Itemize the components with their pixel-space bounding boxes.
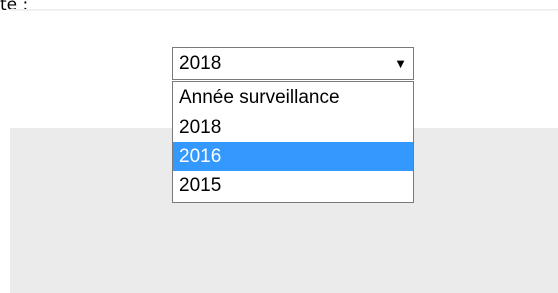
dropdown-option-2018[interactable]: 2018 [173,113,413,142]
dropdown-option-2015[interactable]: 2015 [173,171,413,200]
year-dropdown-list: Année surveillance 2018 2016 2015 [172,81,414,203]
dropdown-option-annee-surveillance[interactable]: Année surveillance [173,83,413,112]
year-select[interactable]: 2018 ▼ [172,47,414,80]
year-select-value: 2018 [179,53,222,74]
dropdown-option-2016[interactable]: 2016 [173,142,413,171]
chevron-down-icon[interactable]: ▼ [394,54,407,74]
